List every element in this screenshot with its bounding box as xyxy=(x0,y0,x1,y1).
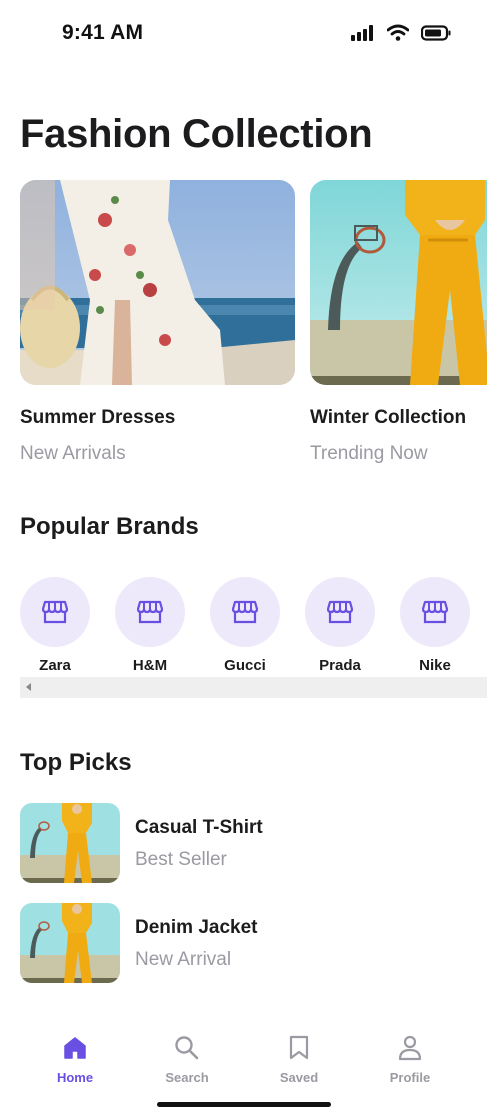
page-title: Fashion Collection xyxy=(20,112,373,156)
featured-carousel[interactable]: Summer Dresses New Arrivals Winter Colle… xyxy=(20,180,487,470)
battery-icon xyxy=(421,24,451,41)
status-time: 9:41 AM xyxy=(62,21,144,44)
tab-label: Home xyxy=(56,1070,94,1085)
top-pick-title: Denim Jacket xyxy=(135,917,258,938)
profile-icon xyxy=(398,1035,422,1061)
brand-item-prada[interactable]: Prada xyxy=(305,577,375,674)
tab-profile[interactable]: Profile xyxy=(365,1034,455,1085)
brand-circle xyxy=(20,577,90,647)
top-pick-title: Casual T-Shirt xyxy=(135,817,263,838)
brand-label: Zara xyxy=(39,657,71,674)
storefront-icon xyxy=(232,600,258,624)
top-pick-subtitle: Best Seller xyxy=(135,849,227,870)
brand-label: Prada xyxy=(319,657,361,674)
brand-label: Gucci xyxy=(224,657,266,674)
brand-circle xyxy=(210,577,280,647)
storefront-icon xyxy=(327,600,353,624)
cellular-signal-icon xyxy=(351,24,373,41)
storefront-icon xyxy=(42,600,68,624)
top-picks-section-title: Top Picks xyxy=(20,749,132,776)
brand-label: H&M xyxy=(132,657,168,674)
featured-card-subtitle: New Arrivals xyxy=(20,443,126,464)
status-icons xyxy=(351,24,451,41)
featured-card-title: Winter Collection xyxy=(310,407,467,428)
brand-item-hm[interactable]: H&M xyxy=(115,577,185,674)
brands-horizontal-scrollbar[interactable] xyxy=(20,677,487,698)
top-pick-item-denim-jacket[interactable]: Denim Jacket New Arrival xyxy=(20,903,467,983)
brand-label: Nike xyxy=(419,657,451,674)
brand-circle xyxy=(115,577,185,647)
top-pick-item-casual-tshirt[interactable]: Casual T-Shirt Best Seller xyxy=(20,803,467,883)
wifi-icon xyxy=(387,24,409,41)
top-pick-thumbnail xyxy=(20,803,120,883)
status-bar: 9:41 AM xyxy=(0,0,487,66)
search-icon xyxy=(175,1036,199,1060)
tab-label: Saved xyxy=(279,1070,319,1085)
home-icon xyxy=(64,1037,86,1059)
top-pick-subtitle: New Arrival xyxy=(135,949,232,970)
tab-saved[interactable]: Saved xyxy=(254,1034,344,1085)
featured-card-image xyxy=(20,180,295,385)
brands-section-title: Popular Brands xyxy=(20,513,199,540)
featured-card-image xyxy=(310,180,487,385)
featured-card-summer-dresses[interactable]: Summer Dresses New Arrivals xyxy=(20,180,295,465)
brands-row[interactable]: Zara H&M Gucci Prada Nike xyxy=(20,577,487,677)
brand-item-nike[interactable]: Nike xyxy=(400,577,470,674)
brand-circle xyxy=(400,577,470,647)
tab-label: Search xyxy=(165,1070,209,1085)
scroll-left-arrow-icon[interactable] xyxy=(26,683,31,691)
storefront-icon xyxy=(137,600,163,624)
brand-circle xyxy=(305,577,375,647)
tab-home[interactable]: Home xyxy=(30,1034,120,1085)
featured-card-subtitle: Trending Now xyxy=(310,443,428,464)
featured-card-winter-collection[interactable]: Winter Collection Trending Now xyxy=(310,180,487,465)
tab-search[interactable]: Search xyxy=(142,1034,232,1085)
featured-card-title: Summer Dresses xyxy=(20,407,176,428)
bookmark-icon xyxy=(289,1035,309,1060)
storefront-icon xyxy=(422,600,448,624)
brand-item-gucci[interactable]: Gucci xyxy=(210,577,280,674)
brand-item-zara[interactable]: Zara xyxy=(20,577,90,674)
tab-label: Profile xyxy=(389,1070,431,1085)
home-indicator xyxy=(157,1102,331,1107)
top-pick-thumbnail xyxy=(20,903,120,983)
